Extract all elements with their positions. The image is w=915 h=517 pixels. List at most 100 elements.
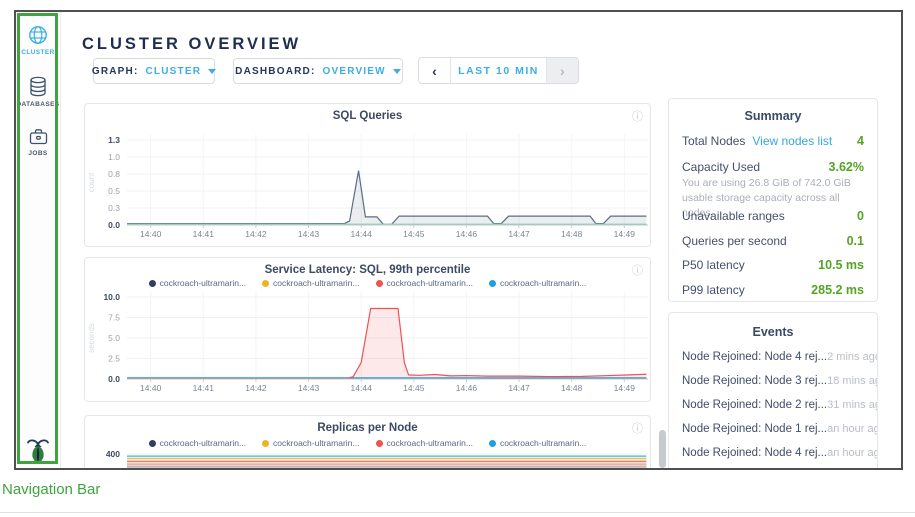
- svg-text:14:42: 14:42: [245, 229, 267, 239]
- summary-value: 10.5 ms: [818, 258, 864, 272]
- svg-text:count: count: [87, 172, 96, 192]
- svg-text:2.5: 2.5: [108, 354, 120, 364]
- summary-row-unavailable: Unavailable ranges 0: [682, 209, 864, 223]
- event-text: Node Rejoined: Node 4 rej...: [682, 447, 827, 459]
- event-row: Node Rejoined: Node 4 rej... an hour ago: [682, 447, 864, 459]
- summary-label: P99 latency: [682, 283, 745, 297]
- event-time: an hour ago: [827, 423, 878, 435]
- svg-text:0.8: 0.8: [108, 169, 120, 179]
- summary-label: Unavailable ranges: [682, 209, 785, 223]
- summary-label: Capacity Used: [682, 160, 760, 174]
- sidebar-item-label: DATABASES: [16, 101, 60, 108]
- svg-text:7.5: 7.5: [108, 313, 120, 323]
- summary-value: 3.62%: [829, 160, 864, 174]
- events-panel: Events Node Rejoined: Node 4 rej... 2 mi…: [668, 312, 878, 468]
- svg-text:14:40: 14:40: [140, 229, 162, 239]
- time-window-label[interactable]: LAST 10 MIN: [451, 58, 546, 83]
- summary-title: Summary: [669, 109, 877, 123]
- sidebar-item-label: CLUSTER: [16, 49, 60, 56]
- event-time: 18 mins ago: [827, 375, 878, 387]
- svg-text:seconds: seconds: [87, 323, 96, 353]
- cockroach-icon: [25, 436, 51, 466]
- event-text: Node Rejoined: Node 1 rej...: [682, 423, 827, 435]
- scrollbar-thumb[interactable]: [659, 430, 666, 468]
- svg-text:1.3: 1.3: [108, 135, 120, 145]
- event-time: an hour ago: [827, 447, 878, 459]
- svg-text:14:43: 14:43: [298, 383, 320, 393]
- chart-plot-area[interactable]: 0.0 0.3 0.5 0.8 1.0 1.3 14:40 14:41 14:42 14:43 14…: [85, 104, 651, 247]
- time-prev-button[interactable]: ‹: [419, 58, 451, 83]
- svg-text:5.0: 5.0: [108, 333, 120, 343]
- summary-panel: Summary Total NodesView nodes list 4 Cap…: [668, 98, 878, 302]
- svg-text:0.0: 0.0: [108, 374, 120, 384]
- replicas-chart-panel: Replicas per Node ⓘ cockroach-ultramarin…: [84, 415, 651, 468]
- summary-label: P50 latency: [682, 258, 745, 272]
- svg-text:14:48: 14:48: [561, 383, 583, 393]
- svg-text:14:44: 14:44: [351, 383, 373, 393]
- events-title: Events: [669, 325, 877, 339]
- sidebar-item-databases[interactable]: DATABASES: [16, 76, 60, 108]
- chart-plot-area[interactable]: 400: [85, 416, 651, 468]
- cockroachdb-logo[interactable]: [25, 436, 51, 466]
- summary-value: 4: [857, 134, 864, 148]
- svg-text:1.0: 1.0: [108, 152, 120, 162]
- service-latency-chart-panel: Service Latency: SQL, 99th percentile ⓘ …: [84, 257, 651, 402]
- svg-text:14:43: 14:43: [298, 229, 320, 239]
- chevron-down-icon: [393, 69, 401, 74]
- svg-text:14:45: 14:45: [403, 229, 425, 239]
- graph-dropdown[interactable]: GRAPH: CLUSTER: [93, 58, 215, 84]
- summary-row-capacity: Capacity Used 3.62%: [682, 160, 864, 174]
- graph-dropdown-label: GRAPH:: [92, 66, 139, 77]
- summary-row-total-nodes: Total NodesView nodes list 4: [682, 134, 864, 148]
- svg-text:10.0: 10.0: [103, 292, 120, 302]
- summary-row-p50: P50 latency 10.5 ms: [682, 258, 864, 272]
- event-row: Node Rejoined: Node 2 rej... 31 mins ago: [682, 399, 864, 411]
- event-text: Node Rejoined: Node 3 rej...: [682, 375, 827, 387]
- briefcase-icon: [28, 126, 49, 147]
- sidebar: CLUSTER DATABASES JOBS: [16, 12, 61, 468]
- sidebar-item-jobs[interactable]: JOBS: [16, 126, 60, 157]
- summary-label: Total NodesView nodes list: [682, 134, 832, 148]
- svg-text:0.5: 0.5: [108, 186, 120, 196]
- svg-text:14:41: 14:41: [193, 229, 215, 239]
- sql-queries-chart-panel: SQL Queries ⓘ 0.00.30.50.81.01.314:4014:…: [84, 103, 651, 247]
- dashboard-dropdown[interactable]: DASHBOARD: OVERVIEW: [233, 58, 403, 84]
- annotation-divider: [0, 512, 915, 513]
- svg-text:0.3: 0.3: [108, 203, 120, 213]
- chart-plot-area[interactable]: 0.0 2.5 5.0 7.5 10.0 14:40 14:41 14:42 14:43 14:4…: [85, 258, 651, 402]
- summary-label: Queries per second: [682, 234, 787, 248]
- event-time: 31 mins ago: [827, 399, 878, 411]
- globe-icon: [27, 24, 49, 46]
- event-time: 2 mins ago: [827, 351, 878, 363]
- sidebar-item-label: JOBS: [16, 150, 60, 157]
- summary-value: 0.1: [847, 234, 864, 248]
- svg-text:14:42: 14:42: [245, 383, 267, 393]
- svg-text:14:45: 14:45: [403, 383, 425, 393]
- svg-text:0.0: 0.0: [108, 220, 120, 230]
- svg-text:14:49: 14:49: [614, 229, 636, 239]
- event-text: Node Rejoined: Node 4 rej...: [682, 351, 827, 363]
- svg-text:14:47: 14:47: [508, 383, 530, 393]
- chevron-down-icon: [208, 69, 216, 74]
- page-title: CLUSTER OVERVIEW: [82, 35, 301, 54]
- summary-value: 285.2 ms: [811, 283, 864, 297]
- summary-row-p99: P99 latency 285.2 ms: [682, 283, 864, 297]
- summary-value: 0: [857, 209, 864, 223]
- summary-row-qps: Queries per second 0.1: [682, 234, 864, 248]
- event-text: Node Rejoined: Node 2 rej...: [682, 399, 827, 411]
- sidebar-item-cluster[interactable]: CLUSTER: [16, 24, 60, 56]
- svg-text:14:41: 14:41: [193, 383, 215, 393]
- svg-text:14:49: 14:49: [614, 383, 636, 393]
- annotation-label: Navigation Bar: [2, 481, 100, 498]
- svg-text:14:44: 14:44: [351, 229, 373, 239]
- view-nodes-list-link[interactable]: View nodes list: [752, 134, 832, 148]
- svg-text:14:47: 14:47: [508, 229, 530, 239]
- graph-dropdown-value: CLUSTER: [146, 66, 202, 77]
- time-window-selector: ‹ LAST 10 MIN ›: [418, 57, 579, 84]
- dashboard-dropdown-label: DASHBOARD:: [235, 66, 315, 77]
- event-row: Node Rejoined: Node 3 rej... 18 mins ago: [682, 375, 864, 387]
- svg-text:14:40: 14:40: [140, 383, 162, 393]
- database-icon: [28, 76, 48, 98]
- event-row: Node Rejoined: Node 4 rej... 2 mins ago: [682, 351, 864, 363]
- dashboard-dropdown-value: OVERVIEW: [323, 66, 386, 77]
